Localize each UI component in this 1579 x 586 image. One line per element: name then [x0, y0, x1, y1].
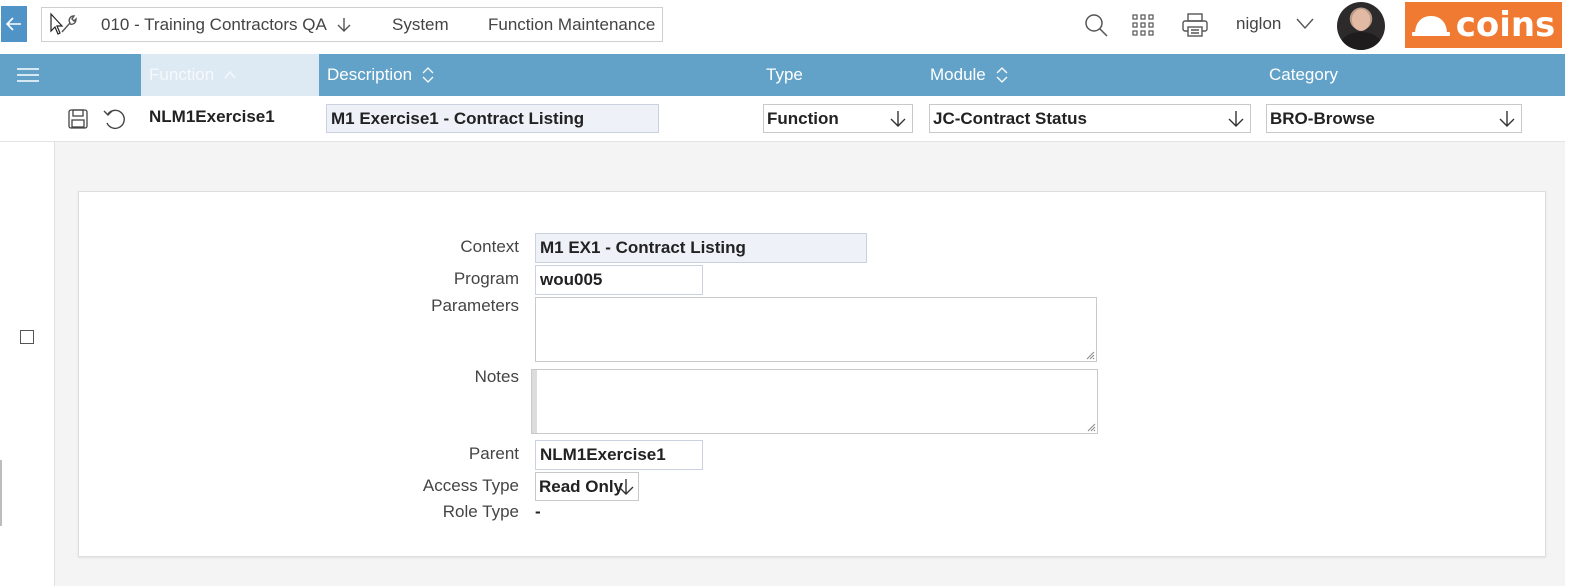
sort-icon	[996, 67, 1008, 83]
coins-logo: coins	[1405, 2, 1562, 48]
username[interactable]: niglon	[1236, 14, 1281, 34]
apps-grid-icon[interactable]	[1128, 10, 1158, 40]
parent-label: Parent	[468, 444, 519, 463]
hardhat-icon	[1411, 16, 1450, 36]
wrench-icon[interactable]	[41, 7, 83, 42]
parameters-label: Parameters	[431, 296, 519, 315]
program-input[interactable]: wou005	[535, 265, 703, 295]
notes-label: Notes	[474, 367, 519, 386]
resize-grip-icon[interactable]	[1086, 422, 1096, 432]
type-value: Function	[767, 108, 839, 128]
role-type-label: Role Type	[442, 502, 519, 521]
arrow-down-icon	[618, 479, 634, 495]
avatar-face	[1352, 9, 1370, 31]
arrow-down-icon	[1228, 111, 1244, 127]
context-input[interactable]: M1 EX1 - Contract Listing	[535, 233, 867, 263]
function-code: NLM1Exercise1	[149, 107, 275, 126]
sort-icon	[422, 67, 434, 83]
breadcrumb-system[interactable]: System	[372, 7, 466, 42]
access-type-label: Access Type	[422, 476, 519, 495]
role-type-value: -	[535, 502, 541, 521]
undo-icon[interactable]	[102, 107, 126, 131]
column-header-function[interactable]: Function	[141, 54, 319, 96]
column-header-description[interactable]: Description	[319, 54, 434, 96]
sort-ascending-icon	[224, 70, 236, 79]
category-value: BRO-Browse	[1270, 108, 1375, 128]
environment-selector[interactable]: 010 - Training Contractors QA	[83, 7, 372, 42]
save-icon[interactable]	[66, 107, 90, 131]
program-label: Program	[453, 269, 519, 288]
menu-icon[interactable]	[0, 54, 55, 96]
column-label-function: Function	[149, 65, 215, 84]
arrow-down-icon	[1499, 111, 1515, 127]
row-checkbox[interactable]	[20, 330, 34, 344]
breadcrumb-function-label: Function Maintenance	[488, 14, 656, 34]
detail-card: Context M1 EX1 - Contract Listing Progra…	[78, 191, 1546, 557]
parent-value: NLM1Exercise1	[540, 445, 666, 464]
description-value: M1 Exercise1 - Contract Listing	[331, 108, 585, 128]
type-select[interactable]: Function	[763, 104, 913, 133]
parent-input[interactable]: NLM1Exercise1	[535, 440, 703, 470]
printer-icon[interactable]	[1180, 10, 1210, 40]
logo-text: coins	[1455, 5, 1556, 45]
avatar-shoulders	[1341, 32, 1381, 50]
category-select[interactable]: BRO-Browse	[1266, 104, 1522, 133]
arrow-down-icon	[337, 17, 351, 32]
module-value: JC-Contract Status	[933, 108, 1087, 128]
notes-left-bar	[532, 370, 537, 433]
context-value: M1 EX1 - Contract Listing	[540, 238, 746, 257]
arrow-down-icon	[890, 111, 906, 127]
column-header-type[interactable]: Type	[766, 54, 803, 96]
grid-header: Function Description Type Module Categor…	[0, 54, 1565, 96]
column-header-category[interactable]: Category	[1269, 54, 1338, 96]
search-icon[interactable]	[1081, 10, 1111, 40]
notes-textarea[interactable]	[531, 369, 1098, 434]
column-label-category: Category	[1269, 65, 1338, 84]
environment-label: 010 - Training Contractors QA	[101, 14, 327, 34]
description-input[interactable]: M1 Exercise1 - Contract Listing	[326, 104, 659, 133]
column-header-module[interactable]: Module	[930, 54, 1008, 96]
access-type-select[interactable]: Read Only	[535, 472, 639, 501]
program-value: wou005	[540, 270, 603, 289]
chevron-down-icon[interactable]	[1296, 16, 1314, 30]
table-row: NLM1Exercise1 M1 Exercise1 - Contract Li…	[0, 96, 1565, 142]
left-edge-divider	[0, 460, 2, 526]
breadcrumb-function-maintenance[interactable]: Function Maintenance	[466, 7, 663, 42]
context-label: Context	[460, 237, 519, 256]
column-label-description: Description	[327, 65, 413, 84]
module-select[interactable]: JC-Contract Status	[929, 104, 1251, 133]
column-label-type: Type	[766, 65, 803, 84]
back-arrow-icon[interactable]	[1, 6, 27, 42]
access-type-value: Read Only	[539, 476, 624, 496]
breadcrumb-system-label: System	[392, 14, 449, 34]
resize-grip-icon[interactable]	[1085, 350, 1095, 360]
parameters-textarea[interactable]	[535, 297, 1097, 362]
top-bar: 010 - Training Contractors QA System Fun…	[0, 0, 1579, 52]
column-label-module: Module	[930, 65, 986, 84]
avatar[interactable]	[1337, 2, 1385, 50]
